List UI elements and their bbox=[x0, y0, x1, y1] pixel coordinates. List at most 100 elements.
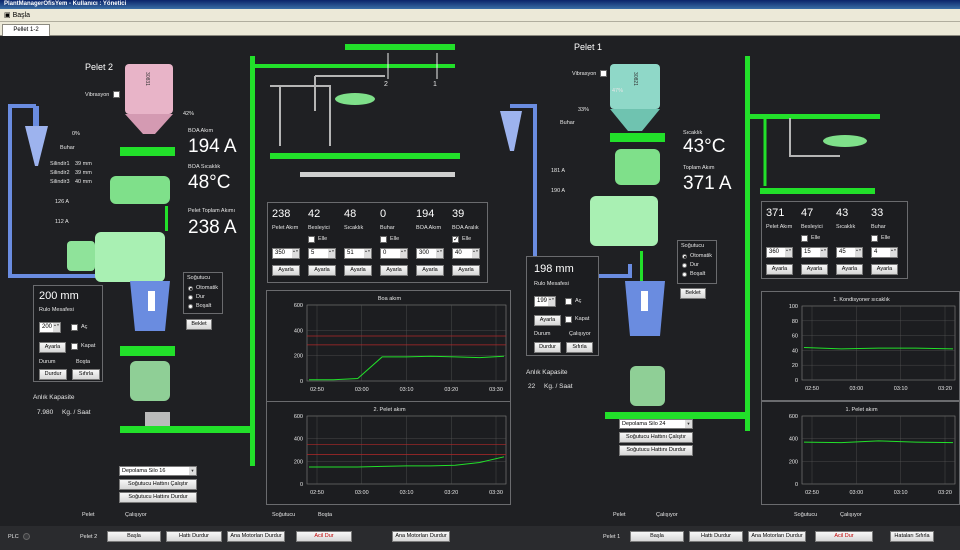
pelet1-cooler-stop-radio[interactable] bbox=[682, 263, 687, 268]
param-label-0: Pelet Akım bbox=[766, 224, 793, 230]
pelet1-total-current-label: Toplam Akım bbox=[683, 165, 715, 171]
param-input-3[interactable]: 0 bbox=[380, 248, 408, 259]
pelet1-stop-button[interactable]: Durdur bbox=[534, 342, 561, 353]
pelet2-cooler-stop-radio[interactable] bbox=[188, 295, 193, 300]
roller-label-3: Silindir3 bbox=[50, 179, 70, 185]
pelet2-cooler-line-start[interactable]: Soğutucu Hattını Çalıştır bbox=[119, 479, 197, 490]
pelet1-cooler-auto-radio[interactable] bbox=[682, 254, 687, 259]
pelet1-cooler-auto: Otomatik bbox=[690, 253, 713, 259]
param-value-1: 47 bbox=[801, 207, 814, 219]
param-manual-checkbox-1[interactable] bbox=[801, 235, 808, 242]
menu-start[interactable]: ▣ Başla bbox=[4, 11, 30, 19]
pelet1-main-motors-stop-button[interactable]: Ana Motorları Durdur bbox=[748, 531, 806, 542]
pelet1-cooler-empty-radio[interactable] bbox=[682, 272, 687, 277]
pelet2-wait-button[interactable]: Beklet bbox=[186, 319, 212, 330]
menu-bar: ▣ Başla bbox=[0, 9, 960, 22]
x-tick-label: 03:20 bbox=[938, 490, 952, 496]
series-line bbox=[803, 440, 954, 444]
chart-title: 1. Kondisyoner sıcaklık bbox=[833, 297, 890, 303]
param-value-0: 371 bbox=[766, 207, 785, 219]
param-set-button-1[interactable]: Ayarla bbox=[801, 264, 828, 275]
param-input-3[interactable]: 4 bbox=[871, 247, 898, 258]
param-manual-label-1: Elle bbox=[318, 236, 328, 242]
pelet2-cooler-stop: Dur bbox=[196, 294, 205, 300]
pelet1-emergency-stop-button[interactable]: Acil Dur bbox=[815, 531, 873, 542]
pelet2-cooler-empty-radio[interactable] bbox=[188, 304, 193, 309]
pelet2-capacity-unit: Kg. / Saat bbox=[62, 409, 91, 416]
pelet1-main-motors-stop-button-alt[interactable]: Ana Motorları Durdur bbox=[392, 531, 450, 542]
pelet1-reset-button[interactable]: Sıfırla bbox=[566, 342, 593, 353]
param-value-5: 39 bbox=[452, 208, 465, 220]
y-tick-label: 400 bbox=[789, 437, 798, 443]
param-set-button-3[interactable]: Ayarla bbox=[380, 265, 408, 276]
pelet2-cooler-line-stop[interactable]: Soğutucu Hattını Durdur bbox=[119, 492, 197, 503]
pelet1-cooler-line-start[interactable]: Soğutucu Hattını Çalıştır bbox=[619, 432, 693, 443]
param-set-button-3[interactable]: Ayarla bbox=[871, 264, 898, 275]
pelet2-cooler-label: Soğutucu bbox=[187, 275, 211, 281]
pelet1-chart-1-panel: 1. Kondisyoner sıcaklık 0 20 40 60 80 100 02:50… bbox=[761, 291, 960, 401]
param-set-button-2[interactable]: Ayarla bbox=[344, 265, 372, 276]
pelet2-main-motors-stop-button[interactable]: Ana Motorları Durdur bbox=[227, 531, 285, 542]
x-tick-label: 03:10 bbox=[400, 387, 414, 393]
pelet1-elevator bbox=[745, 56, 750, 431]
pelet2-motor-current-1: 126 A bbox=[55, 199, 70, 205]
pelet2-roll-close-checkbox[interactable] bbox=[71, 343, 78, 350]
pelet2-stop-button[interactable]: Durdur bbox=[39, 369, 67, 380]
param-input-1[interactable]: 5 bbox=[308, 248, 336, 259]
param-manual-checkbox-3[interactable] bbox=[871, 235, 878, 242]
pelet1-roll-close-checkbox[interactable] bbox=[565, 316, 572, 323]
pelet1-roll-open-checkbox[interactable] bbox=[565, 298, 572, 305]
pelet2-roll-close-label: Kapat bbox=[81, 343, 96, 349]
y-tick-label: 40 bbox=[792, 348, 798, 354]
param-manual-checkbox-3[interactable] bbox=[380, 236, 387, 243]
param-manual-checkbox-5[interactable] bbox=[452, 235, 459, 243]
pelet2-roll-input[interactable]: 200 bbox=[39, 322, 61, 333]
pelet1-roll-input[interactable]: 199 bbox=[534, 296, 556, 307]
pelet2-vibration-checkbox[interactable] bbox=[113, 91, 120, 98]
pelet1-roll-label: Rulo Mesafesi bbox=[534, 281, 569, 287]
param-input-2[interactable]: 51 bbox=[344, 248, 372, 259]
pelet2-main-motor bbox=[95, 232, 165, 282]
pelet2-silo-select[interactable]: Depolama Silo 16 bbox=[119, 466, 197, 476]
param-input-0[interactable]: 360 bbox=[766, 247, 793, 258]
pelet1-cooler-line-stop[interactable]: Soğutucu Hattını Durdur bbox=[619, 445, 693, 456]
pelet2-emergency-stop-button[interactable]: Acil Dur bbox=[296, 531, 352, 542]
pelet1-start-button[interactable]: Başla bbox=[630, 531, 684, 542]
param-input-5[interactable]: 40 bbox=[452, 248, 480, 259]
pelet1-params-panel: 371 Pelet Akım 360 Ayarla 47 Besleyici Elle 15 A… bbox=[761, 201, 908, 279]
param-input-4[interactable]: 300 bbox=[416, 248, 444, 259]
y-tick-label: 200 bbox=[294, 354, 303, 360]
pelet1-line-stop-button[interactable]: Hattı Durdur bbox=[689, 531, 743, 542]
pelet1-motor-current-1: 181 A bbox=[551, 168, 566, 174]
x-tick-label: 02:50 bbox=[805, 490, 819, 496]
pelet1-feeder bbox=[610, 133, 665, 142]
param-set-button-0[interactable]: Ayarla bbox=[766, 264, 793, 275]
pelet1-cooler-empty: Boşalt bbox=[690, 271, 706, 277]
param-manual-checkbox-1[interactable] bbox=[308, 236, 315, 243]
x-tick-label: 03:10 bbox=[400, 490, 414, 496]
tab-pellet-1-2[interactable]: Pellet 1-2 bbox=[2, 24, 50, 36]
pelet1-roll-set-button[interactable]: Ayarla bbox=[534, 315, 561, 326]
pelet2-roll-set-button[interactable]: Ayarla bbox=[39, 342, 66, 353]
param-label-3: Buhar bbox=[871, 224, 886, 230]
pelet1-silo-select[interactable]: Depolama Silo 24 bbox=[619, 419, 693, 429]
param-set-button-5[interactable]: Ayarla bbox=[452, 265, 480, 276]
param-set-button-1[interactable]: Ayarla bbox=[308, 265, 336, 276]
pelet2-line-stop-button[interactable]: Hattı Durdur bbox=[166, 531, 222, 542]
pelet2-roll-open-checkbox[interactable] bbox=[71, 324, 78, 331]
param-input-2[interactable]: 45 bbox=[836, 247, 863, 258]
pelet1-wait-button[interactable]: Beklet bbox=[680, 288, 706, 299]
pelet2-reset-button[interactable]: Sıfırla bbox=[72, 369, 100, 380]
pelet1-vibration-checkbox[interactable] bbox=[600, 70, 607, 77]
y-tick-label: 20 bbox=[792, 363, 798, 369]
param-set-button-0[interactable]: Ayarla bbox=[272, 265, 300, 276]
param-input-1[interactable]: 15 bbox=[801, 247, 828, 258]
pelet2-cooler-auto-radio[interactable] bbox=[188, 286, 193, 291]
param-input-0[interactable]: 350 bbox=[272, 248, 300, 259]
pelet2-start-button[interactable]: Başla bbox=[107, 531, 161, 542]
x-tick-label: 02:50 bbox=[310, 387, 324, 393]
reset-errors-button[interactable]: Hataları Sıfırla bbox=[890, 531, 934, 542]
pelet1-roll-panel: 198 mm Rulo Mesafesi 199 Aç Ayarla Kapat… bbox=[526, 256, 599, 356]
param-set-button-2[interactable]: Ayarla bbox=[836, 264, 863, 275]
param-set-button-4[interactable]: Ayarla bbox=[416, 265, 444, 276]
